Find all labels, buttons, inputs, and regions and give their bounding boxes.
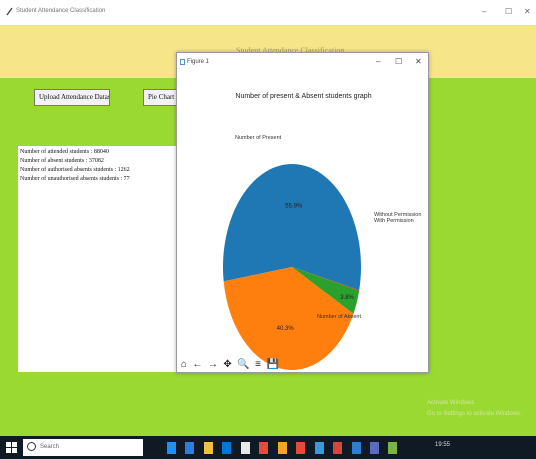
activation-watermark-text: Go to Settings to activate Windows. — [427, 411, 522, 417]
pie-pct-label: 40.3% — [277, 326, 295, 332]
app-icon[interactable] — [240, 442, 250, 454]
taskbar: Search 19:55 — [0, 436, 536, 459]
zoom-icon[interactable]: 🔍 — [237, 359, 249, 370]
activation-watermark-title: Activate Windows — [427, 400, 475, 406]
app-icon[interactable] — [369, 442, 379, 454]
forward-icon[interactable]: → — [208, 359, 218, 370]
search-placeholder: Search — [40, 444, 60, 450]
system-clock: 19:55 — [435, 442, 451, 448]
window-title: Student Attendance Classification — [16, 8, 106, 14]
maximize-button[interactable]: ☐ — [505, 7, 512, 16]
search-icon — [27, 442, 36, 451]
pie-slice-label: With Permission — [374, 218, 414, 224]
stat-line: Number of absent students : 37082 — [20, 158, 104, 164]
output-textarea[interactable]: Number of attended students : 88040 Numb… — [18, 146, 181, 372]
app-icon[interactable] — [388, 442, 398, 454]
file-explorer-icon[interactable] — [203, 442, 213, 454]
minimize-button[interactable]: – — [482, 7, 486, 16]
app-icon[interactable] — [314, 442, 324, 454]
pie-pct-label: 55.9% — [285, 203, 303, 209]
stat-line: Number of attended students : 88040 — [20, 149, 109, 155]
edge-icon[interactable] — [185, 442, 195, 454]
windows-start-icon[interactable] — [6, 442, 17, 453]
feather-icon — [6, 7, 13, 16]
task-view-icon[interactable] — [167, 442, 176, 454]
app-icon[interactable] — [333, 442, 343, 454]
app-icon[interactable] — [277, 442, 287, 454]
pie-pct-label: 3.8% — [340, 295, 354, 301]
taskbar-apps — [167, 441, 402, 459]
pan-icon[interactable]: ✥ — [223, 359, 231, 370]
stat-line: Number of authorised absents students : … — [20, 167, 130, 173]
upload-dataset-button[interactable]: Upload Attendance Dataset — [34, 89, 110, 106]
store-icon[interactable] — [222, 442, 232, 454]
pie-chart: 55.9% 40.3% 3.8% Number of Present Number of… — [223, 135, 421, 370]
stat-line: Number of unauthorised absents students … — [20, 176, 130, 182]
taskbar-search[interactable]: Search — [23, 439, 143, 456]
back-icon[interactable]: ← — [193, 359, 203, 370]
figure-window[interactable]: Figure 1 – ☐ ✕ Number of present & Absen… — [176, 52, 429, 373]
app-icon[interactable] — [259, 442, 269, 454]
pie-slice-label: Number of Present — [235, 135, 282, 141]
figure-toolbar: ⌂ ← → ✥ 🔍 ≡ 💾 — [181, 354, 280, 370]
save-icon[interactable]: 💾 — [266, 359, 278, 370]
window-titlebar: Student Attendance Classification – ☐ ✕ — [0, 0, 536, 26]
close-button[interactable]: ✕ — [524, 7, 531, 16]
app-icon[interactable] — [296, 442, 306, 454]
app-icon[interactable] — [351, 442, 361, 454]
pie-slice-label: Number of Absent — [317, 314, 361, 320]
home-icon[interactable]: ⌂ — [181, 359, 187, 370]
configure-icon[interactable]: ≡ — [255, 359, 261, 370]
